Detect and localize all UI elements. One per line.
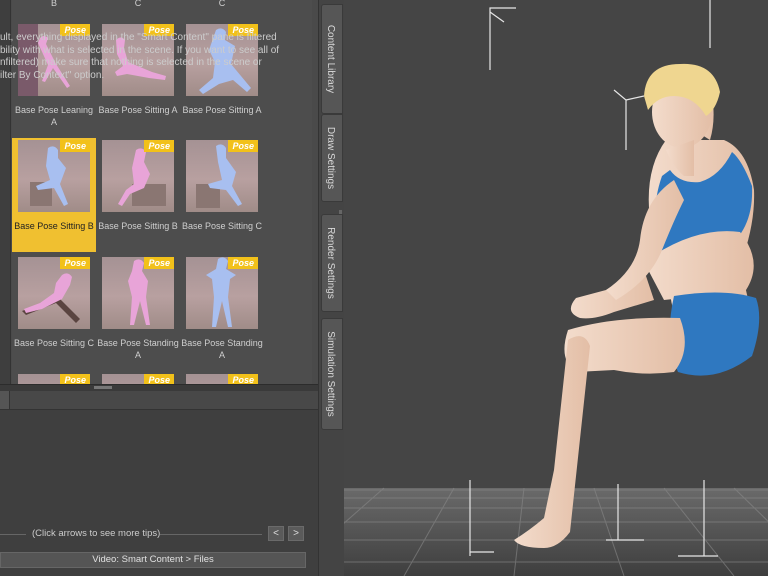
3d-viewport[interactable] [344, 0, 768, 576]
pose-item-standing-a-male[interactable]: Pose Base Pose Standing A [180, 255, 264, 369]
pose-item-standing-a-female[interactable]: Pose Base Pose Standing A [96, 255, 180, 369]
tip-hint: (Click arrows to see more tips) [32, 528, 161, 539]
partial-label-2: C [134, 0, 142, 8]
pose-thumbnail: Pose [18, 374, 90, 384]
item-label: Base Pose Sitting C [181, 221, 263, 231]
pose-item-sitting-b-female[interactable]: Pose Base Pose Sitting B [96, 138, 180, 252]
pose-badge: Pose [60, 257, 90, 269]
pose-thumbnail: Pose [102, 257, 174, 329]
tab-label: Render Settings [325, 227, 336, 299]
pose-badge: Pose [228, 257, 258, 269]
tab-draw-settings[interactable]: Draw Settings [321, 114, 343, 202]
tip-navigation: (Click arrows to see more tips) < > [0, 526, 310, 542]
splitter-grip[interactable] [94, 386, 112, 389]
item-label: Base Pose Sitting B [14, 221, 94, 231]
figure-model [514, 63, 760, 548]
tab-render-settings[interactable]: Render Settings [321, 214, 343, 312]
smart-content-pane: B C C Pose Base Pose Leaning A Pose Base… [0, 0, 318, 576]
partial-label-1: B [50, 0, 57, 8]
item-label: Base Pose Standing A [97, 338, 179, 360]
tab-label: Content Library [325, 24, 336, 94]
tab-label: Simulation Settings [325, 331, 336, 417]
tab-content-library[interactable]: Content Library [321, 4, 343, 114]
pose-badge: Pose [144, 257, 174, 269]
tip-line: ult, everything displayed in the "Smart … [0, 32, 277, 43]
item-label: Base Pose Leaning A [14, 105, 94, 127]
pose-badge: Pose [228, 140, 258, 152]
tab-stub[interactable] [0, 391, 10, 409]
pane-splitter[interactable] [0, 384, 318, 391]
pose-item-sitting-c-male[interactable]: Pose Base Pose Sitting C [180, 138, 264, 252]
pose-thumbnail: Pose [18, 140, 90, 212]
item-label: Base Pose Sitting A [182, 105, 262, 115]
prev-tip-button[interactable]: < [268, 526, 284, 541]
pose-thumbnail: Pose [186, 140, 258, 212]
pose-badge: Pose [228, 374, 258, 384]
tip-line: nfiltered) make sure that nothing is sel… [0, 57, 262, 69]
pose-thumbnail: Pose [18, 257, 90, 329]
pose-item-partial[interactable]: Pose [96, 372, 180, 384]
item-label: Base Pose Sitting C [13, 338, 95, 348]
tab-label: Draw Settings [325, 126, 336, 190]
pose-thumbnail: Pose [102, 374, 174, 384]
partial-label-3: C [218, 0, 226, 8]
pose-item-partial[interactable]: Pose [12, 372, 96, 384]
pose-thumbnail: Pose [102, 140, 174, 212]
pose-item-sitting-b[interactable]: Pose Base Pose Sitting B [12, 138, 96, 252]
viewport-scene [344, 0, 768, 576]
video-button[interactable]: Video: Smart Content > Files [0, 552, 306, 568]
tip-line: bility with what is selected in the scen… [0, 44, 280, 56]
pose-badge: Pose [144, 374, 174, 384]
item-label: Base Pose Standing A [181, 338, 263, 360]
tips-tab-row [0, 391, 318, 410]
side-tab-strip: Content Library Draw Settings Render Set… [318, 0, 345, 576]
pose-badge: Pose [144, 140, 174, 152]
pose-badge: Pose [60, 140, 90, 152]
next-tip-button[interactable]: > [288, 526, 304, 541]
pose-thumbnail: Pose [186, 257, 258, 329]
divider [160, 534, 262, 535]
item-label: Base Pose Sitting A [98, 105, 178, 115]
divider [0, 534, 26, 535]
pose-item-sitting-c[interactable]: Pose Base Pose Sitting C [12, 255, 96, 369]
pose-thumbnail: Pose [186, 374, 258, 384]
tip-line: ilter By Context" option. [0, 69, 105, 81]
pose-badge: Pose [60, 374, 90, 384]
item-label: Base Pose Sitting B [98, 221, 178, 231]
tab-simulation-settings[interactable]: Simulation Settings [321, 318, 343, 430]
pose-item-partial[interactable]: Pose [180, 372, 264, 384]
tip-text: ult, everything displayed in the "Smart … [0, 32, 300, 82]
